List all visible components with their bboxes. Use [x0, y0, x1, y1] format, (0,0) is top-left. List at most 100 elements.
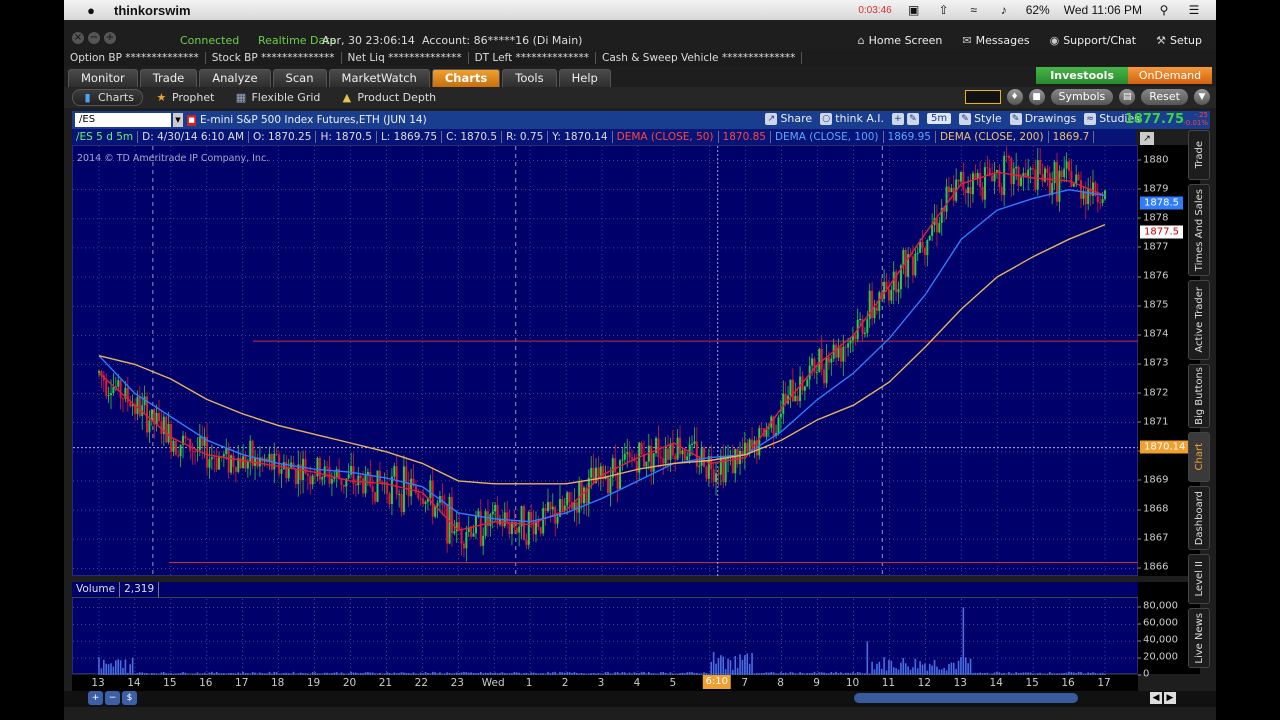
menubar-clock[interactable]: Wed 11:06 PM: [1064, 3, 1142, 17]
lock-icon[interactable]: ■: [1028, 89, 1045, 105]
crosshair-icon: +: [891, 112, 904, 125]
candle-body: [945, 186, 948, 212]
display-icon[interactable]: ▣: [906, 3, 922, 17]
scroll-left-icon[interactable]: ◀: [1150, 692, 1162, 704]
zoom-in-icon[interactable]: +: [88, 691, 103, 705]
candle-body: [309, 475, 312, 485]
volume-icon[interactable]: ♪: [996, 3, 1012, 17]
tab-analyze[interactable]: Analyze: [199, 69, 271, 87]
study-dema-100[interactable]: DEMA (CLOSE, 100): [771, 131, 884, 143]
time-tick-label: 23: [450, 677, 464, 689]
server-time: Apr, 30 23:06:14: [322, 33, 415, 47]
drawing-tools[interactable]: + ✎: [891, 112, 919, 125]
wifi-icon[interactable]: ≈: [966, 3, 982, 17]
subtab-flexible-grid[interactable]: ▦ Flexible Grid: [226, 89, 328, 106]
side-tab-active-trader[interactable]: Active Trader: [1188, 280, 1210, 360]
candle-body: [919, 241, 922, 253]
price-chart-svg[interactable]: [73, 146, 1139, 577]
candle-body: [549, 502, 552, 510]
time-tick-label: 1: [525, 677, 533, 689]
symbol-dropdown-icon[interactable]: ▼: [173, 113, 183, 127]
candle-body: [921, 241, 924, 248]
think-ai-button[interactable]: ○ think A.I.: [820, 112, 884, 125]
candle-body: [657, 438, 660, 458]
study-dema-50[interactable]: DEMA (CLOSE, 50): [613, 131, 719, 143]
minimize-window-icon[interactable]: −: [88, 32, 100, 44]
zoom-window-icon[interactable]: +: [104, 32, 116, 44]
home-screen-link[interactable]: ⌂ Home Screen: [858, 34, 943, 47]
setup-link[interactable]: ⚒ Setup: [1156, 34, 1202, 47]
subtab-prophet[interactable]: ★ Prophet: [147, 89, 223, 106]
side-tab-big-buttons[interactable]: Big Buttons: [1188, 364, 1210, 428]
time-tick-label: 19: [306, 677, 321, 689]
time-tick-label: 17: [235, 677, 249, 689]
print-icon[interactable]: ▤: [1119, 89, 1136, 105]
candle-body: [242, 456, 245, 469]
candle-body: [609, 477, 612, 494]
alert-bell-icon[interactable]: ♦: [1006, 89, 1023, 105]
candle-body: [117, 380, 120, 387]
tab-marketwatch[interactable]: MarketWatch: [328, 69, 430, 87]
ondemand-button[interactable]: OnDemand: [1128, 67, 1212, 84]
side-tab-level-ii[interactable]: Level II: [1188, 554, 1210, 604]
tab-charts[interactable]: Charts: [431, 69, 501, 87]
side-tab-live-news[interactable]: Live News: [1188, 608, 1210, 668]
volume-tick-label: 40,000: [1138, 634, 1178, 646]
futures-flag-icon: ■: [187, 114, 196, 126]
link-group-selector[interactable]: [964, 90, 1001, 104]
chart-settings-label[interactable]: /ES 5 d 5m: [72, 131, 139, 143]
tab-help[interactable]: Help: [558, 69, 611, 87]
investools-button[interactable]: Investools: [1036, 67, 1128, 84]
candle-body: [323, 466, 326, 478]
subtab-charts[interactable]: ▮ Charts: [72, 89, 143, 106]
candle-body: [362, 478, 365, 494]
tab-tools[interactable]: Tools: [502, 69, 557, 87]
time-axis[interactable]: 1314151617181920212223Wed123456789101112…: [72, 675, 1138, 691]
account-selector[interactable]: Account: 86*****16 (Di Main): [422, 34, 582, 47]
tab-trade[interactable]: Trade: [139, 69, 198, 87]
share-button[interactable]: ↗ Share: [765, 112, 812, 125]
candle-body: [875, 307, 878, 311]
tab-scan[interactable]: Scan: [272, 69, 327, 87]
close-window-icon[interactable]: ×: [72, 32, 84, 44]
support-chat-link[interactable]: ◉ Support/Chat: [1050, 34, 1137, 47]
candle-body: [758, 428, 761, 456]
volume-bar: [883, 657, 885, 675]
apple-menu-icon[interactable]: ●: [78, 3, 104, 18]
notification-list-icon[interactable]: ☰: [1186, 3, 1202, 17]
candle-body: [398, 494, 401, 496]
spotlight-search-icon[interactable]: ⚲: [1156, 3, 1172, 17]
candle-body: [844, 346, 847, 348]
volume-bar: [734, 656, 737, 675]
side-tab-chart[interactable]: Chart: [1188, 432, 1210, 482]
side-tab-dashboard[interactable]: Dashboard: [1188, 486, 1210, 550]
price-plot[interactable]: 2014 © TD Ameritrade IP Company, Inc.: [72, 145, 1139, 577]
side-tab-times-and-sales[interactable]: Times And Sales: [1188, 184, 1210, 276]
study-dema-200[interactable]: DEMA (CLOSE, 200): [936, 131, 1049, 143]
reset-button[interactable]: Reset: [1141, 89, 1188, 105]
style-button[interactable]: ✎ Style: [959, 112, 1002, 125]
price-tick-label: 1875: [1137, 299, 1169, 311]
account-balances-bar: Option BP ************** Stock BP ******…: [64, 50, 1216, 66]
volume-bar: [727, 658, 729, 675]
zoom-out-icon[interactable]: −: [105, 691, 120, 705]
app-menu[interactable]: thinkorswim: [114, 3, 191, 18]
candle-body: [342, 484, 345, 487]
horizontal-scrollbar[interactable]: [854, 693, 1078, 703]
expand-chart-icon[interactable]: ↗: [1140, 132, 1154, 146]
candle-body: [700, 448, 703, 466]
drawings-button[interactable]: ✎ Drawings: [1009, 112, 1076, 125]
panel-menu-icon[interactable]: ▼: [1194, 89, 1210, 105]
messages-link[interactable]: ✉ Messages: [962, 34, 1029, 47]
aggregation-button[interactable]: 5m: [926, 113, 952, 124]
symbol-input[interactable]: /ES: [75, 113, 171, 127]
side-tab-trade[interactable]: Trade: [1188, 130, 1210, 180]
dollar-icon[interactable]: $: [122, 691, 137, 705]
candle-body: [811, 358, 814, 366]
scroll-right-icon[interactable]: ▶: [1164, 692, 1176, 704]
upload-icon[interactable]: ⇧: [936, 3, 952, 17]
tab-monitor[interactable]: Monitor: [68, 69, 138, 87]
symbols-button[interactable]: Symbols: [1050, 89, 1114, 105]
subtab-product-depth[interactable]: ▲ Product Depth: [332, 89, 444, 106]
battery-indicator[interactable]: 62%: [1026, 3, 1050, 17]
